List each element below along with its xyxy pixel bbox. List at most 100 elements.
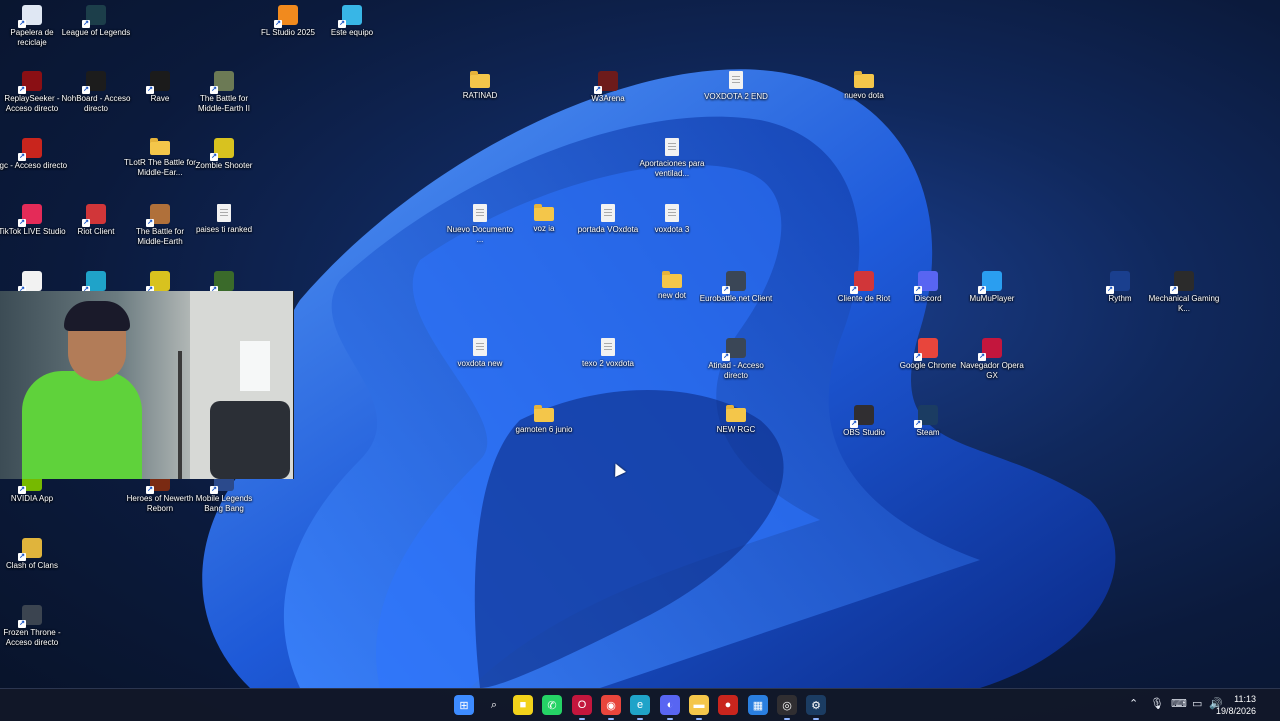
desktop-icon-item[interactable]: Clash of Clans [0, 533, 64, 599]
desktop-icon-label: Mobile Legends Bang Bang [195, 494, 253, 513]
steam-icon [914, 405, 938, 428]
desktop-icon-label: NVIDIA App [10, 494, 54, 503]
obs-icon[interactable]: ◎ [777, 695, 797, 720]
whatsapp-icon[interactable]: ✆ [542, 695, 562, 715]
desktop-icon-item[interactable]: paises ti ranked [192, 199, 256, 265]
opera-gx-icon[interactable]: O [572, 695, 592, 720]
document-icon [473, 338, 487, 356]
document-icon [473, 204, 487, 222]
discord-icon[interactable]: ◐ [660, 695, 680, 720]
folder-icon [662, 271, 682, 288]
desktop-icon-item[interactable]: Atinad - Acceso directo [704, 333, 768, 399]
desktop-icon-item[interactable]: RATINAD [448, 66, 512, 132]
desktop-icon-item[interactable]: gamoten 6 junio [512, 400, 576, 466]
desktop-icon-item[interactable]: Rave [128, 66, 192, 132]
edge-icon[interactable]: e [630, 695, 650, 720]
desktop-icon-item[interactable]: OBS Studio [832, 400, 896, 466]
microphone-icon[interactable]: 🎙 [1150, 697, 1164, 710]
sticky-notes-icon[interactable]: ■ [513, 695, 533, 715]
store-icon[interactable]: ▦ [748, 695, 768, 715]
frozen-throne-icon [18, 605, 42, 628]
desktop-icon-item[interactable]: Aportaciones para ventilad... [640, 133, 704, 199]
chevron-up-icon[interactable]: ⌃ [1129, 697, 1138, 710]
tiktok-live-icon [18, 204, 42, 227]
desktop-icon-item[interactable]: Navegador Opera GX [960, 333, 1024, 399]
desktop-icon-item[interactable]: Papelera de reciclaje [0, 0, 64, 66]
desktop-icon-label: Nuevo Documento ... [446, 225, 514, 244]
rythm-icon [1106, 271, 1130, 294]
desktop-icon-item[interactable]: Frozen Throne - Acceso directo [0, 600, 64, 666]
desktop-icon-item[interactable]: Mechanical Gaming K... [1149, 266, 1219, 332]
desktop-icon-label: Riot Client [77, 227, 115, 236]
desktop-icon-item[interactable]: NEW RGC [704, 400, 768, 466]
desktop-icon-item[interactable]: Zombie Shooter [192, 133, 256, 199]
desktop-icon-item[interactable]: voz ia [512, 199, 576, 265]
desktop-icon-item[interactable]: VOXDOTA 2 END [704, 66, 768, 132]
desktop-icon-label: Frozen Throne - Acceso directo [3, 628, 61, 647]
desktop-icon-label: Discord [914, 294, 942, 303]
desktop-icon-item[interactable]: Cliente de Riot [832, 266, 896, 332]
chrome-icon[interactable]: ◉ [601, 695, 621, 720]
desktop-icon-label: The Battle for Middle-Earth [135, 227, 185, 246]
clock[interactable]: 11:13 19/8/2026 [1216, 693, 1256, 717]
desktop-icon-item[interactable]: The Battle for Middle-Earth [128, 199, 192, 265]
desktop-icon-item[interactable]: TikTok LIVE Studio [0, 199, 66, 265]
computer-icon [338, 5, 362, 28]
replayseeker-icon [18, 71, 42, 94]
desktop-icon-label: Clash of Clans [5, 561, 59, 570]
desktop-icon-item[interactable]: Discord [896, 266, 960, 332]
app-red-icon[interactable]: ● [718, 695, 738, 715]
desktop-icon-item[interactable]: Google Chrome [896, 333, 960, 399]
desktop-icon-item[interactable]: NohBoard - Acceso directo [62, 66, 130, 132]
desktop-icon-item[interactable]: new dot [640, 266, 704, 332]
desktop-icon-item[interactable]: W3Arena [576, 66, 640, 132]
recycle-bin-icon [18, 5, 42, 28]
desktop-icon-label: W3Arena [591, 94, 625, 103]
app-icon [210, 271, 234, 294]
desktop-icon-item[interactable]: Riot Client [64, 199, 128, 265]
zombie-shooter-icon [210, 138, 234, 161]
desktop-icon-item[interactable]: voxdota 3 [640, 199, 704, 265]
desktop-icon-item[interactable]: texo 2 voxdota [576, 333, 640, 399]
desktop-icon-label: NohBoard - Acceso directo [61, 94, 131, 113]
desktop-icon-item[interactable]: Rythm [1088, 266, 1152, 332]
bfme-icon [146, 204, 170, 227]
desktop-icon-item[interactable]: ReplaySeeker - Acceso directo [0, 66, 64, 132]
desktop-icon-item[interactable]: The Battle for Middle-Earth II [192, 66, 256, 132]
desktop-icon-item[interactable]: FL Studio 2025 [256, 0, 320, 66]
desktop-icon-item[interactable]: portada VOxdota [576, 199, 640, 265]
network-icon[interactable]: ▭ [1192, 697, 1202, 710]
document-icon [217, 204, 231, 222]
document-icon [601, 338, 615, 356]
desktop-icon-label: FL Studio 2025 [261, 28, 315, 37]
desktop-icon-label: Navegador Opera GX [960, 361, 1024, 380]
desktop-icon-label: texo 2 voxdota [581, 359, 635, 368]
desktop-icon-label: portada VOxdota [577, 225, 639, 234]
keyboard-icon [1170, 271, 1194, 294]
desktop-icon-label: OBS Studio [843, 428, 885, 437]
desktop-icon-item[interactable]: voxdota new [448, 333, 512, 399]
desktop-icon-item[interactable]: Este equipo [320, 0, 384, 66]
desktop-icon-item[interactable]: League of Legends [62, 0, 130, 66]
desktop-icon-item[interactable]: Eurobattle.net Client [700, 266, 772, 332]
document-icon [601, 204, 615, 222]
desktop-icon-item[interactable]: Steam [896, 400, 960, 466]
desktop-icon-label: voxdota new [457, 359, 503, 368]
taskbar: ⊞ ⌕ ■ ✆ O ◉ e ◐ ▬ ● ▦ ◎ ⚙ ⌃ 🎙 ⌨ ▭ 🔊 11:13 19/8/2026 [0, 688, 1280, 721]
file-explorer-icon[interactable]: ▬ [689, 695, 709, 720]
bfme2-icon [210, 71, 234, 94]
league-of-legends-icon [82, 5, 106, 28]
keyboard-icon[interactable]: ⌨ [1171, 697, 1187, 710]
search-icon[interactable]: ⌕ [484, 695, 504, 715]
desktop-icon-item[interactable]: TLotR The Battle for Middle-Ear... [124, 133, 196, 199]
desktop-icon-item[interactable]: nuevo dota [832, 66, 896, 132]
clock-date: 19/8/2026 [1215, 706, 1256, 716]
windows-start-icon[interactable]: ⊞ [454, 695, 474, 715]
desktop-icon-item[interactable]: rgc - Acceso directo [0, 133, 67, 199]
desktop-icon-item[interactable]: Nuevo Documento ... [447, 199, 513, 265]
discord-icon [914, 271, 938, 294]
document-icon [665, 138, 679, 156]
steam-icon[interactable]: ⚙ [806, 695, 826, 720]
desktop-icon-label: MuMuPlayer [969, 294, 1015, 303]
desktop-icon-item[interactable]: MuMuPlayer [960, 266, 1024, 332]
